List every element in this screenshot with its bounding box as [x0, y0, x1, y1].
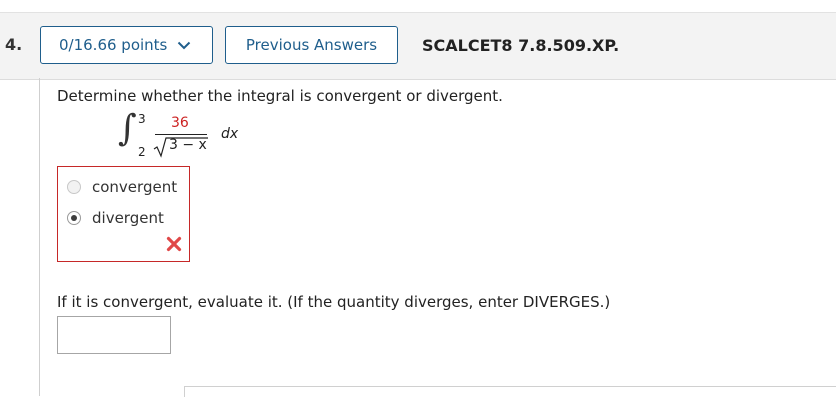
integrand-numerator: 36 [171, 115, 189, 131]
question-left-border [39, 78, 40, 396]
points-dropdown-button[interactable]: 0/16.66 points [40, 26, 213, 64]
option-convergent[interactable]: convergent [67, 178, 177, 196]
previous-answers-button[interactable]: Previous Answers [225, 26, 398, 64]
option-divergent[interactable]: divergent [67, 209, 164, 227]
integral-differential: dx [221, 126, 239, 142]
integral-sign: ∫ [118, 108, 137, 149]
question-prompt: Determine whether the integral is conver… [57, 87, 503, 105]
evaluate-prompt: If it is convergent, evaluate it. (If th… [57, 293, 611, 311]
fraction-bar [155, 134, 207, 135]
radio-divergent[interactable] [67, 211, 81, 225]
integrand-denominator: 3 − x [169, 137, 207, 153]
radio-convergent[interactable] [67, 180, 81, 194]
evaluate-answer-input[interactable] [57, 316, 171, 354]
question-id: SCALCET8 7.8.509.XP. [422, 36, 620, 55]
next-panel-edge [184, 386, 836, 397]
chevron-down-icon [178, 41, 191, 49]
multiple-choice-answer: convergent divergent [57, 166, 190, 262]
option-label: divergent [92, 209, 164, 227]
integral-lower-limit: 2 [138, 145, 146, 159]
option-label: convergent [92, 178, 178, 196]
question-header: 4. 0/16.66 points Previous Answers SCALC… [0, 12, 836, 80]
previous-answers-label: Previous Answers [245, 36, 378, 54]
points-label: 0/16.66 points [59, 36, 168, 54]
integral-upper-limit: 3 [138, 112, 146, 126]
question-number: 4. [5, 35, 23, 54]
integral-expression: ∫ 3 2 36 3 − x dx [118, 108, 258, 162]
incorrect-x-icon [166, 236, 182, 252]
